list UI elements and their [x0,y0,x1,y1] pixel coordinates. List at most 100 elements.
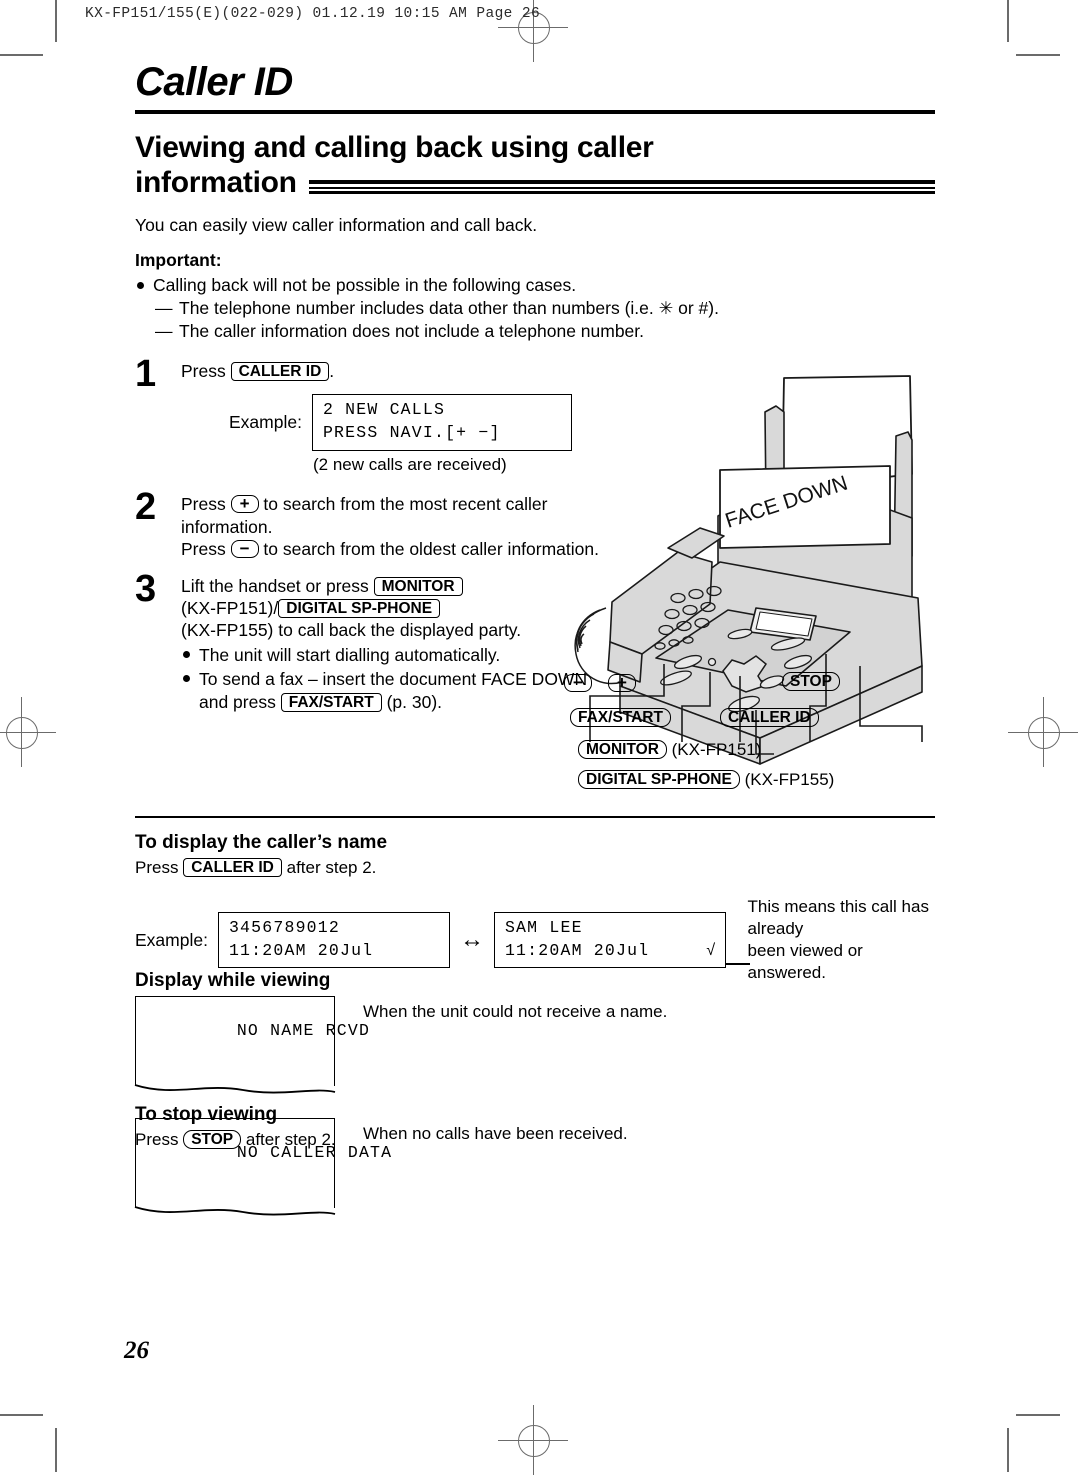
step2-press-minus-post: to search from the oldest caller informa… [263,539,599,560]
callout-key-minus-wrap: − [564,674,592,694]
caller-name-heading: To display the caller’s name [135,832,388,853]
press-label: Press [135,858,179,877]
caller-name-instruction: Press CALLER ID after step 2. [135,858,945,878]
key-plus-callout[interactable]: + [608,674,636,692]
callout-key-plus-wrap: + [608,674,636,694]
list-item: The unit will start dialling automatical… [181,644,605,666]
fax-machine-illustration: FACE DOWN − + STOP FAX/START CALLER ID M… [560,366,980,796]
callout-monitor-row: MONITOR (KX-FP151) [578,740,761,760]
key-caller-id-callout[interactable]: CALLER ID [720,708,819,727]
step-number: 3 [135,567,157,610]
crop-mark-top-right-horizontal [1016,54,1060,56]
fax-machine-drawing: FACE DOWN [574,375,923,765]
key-plus[interactable]: + [230,495,259,514]
callout-key-callerid-wrap: CALLER ID [720,708,819,728]
key-digital-sp-phone[interactable]: DIGITAL SP-PHONE [278,599,441,619]
bullet-text: The telephone number includes data other… [179,297,719,318]
lcd-line-2: 11:20AM 20Jul [228,940,374,960]
key-caller-id[interactable]: CALLER ID [230,361,330,381]
registration-mark-bottom-center [498,1405,568,1475]
section-title-bars [308,179,935,194]
bullet-dot-icon [183,675,190,683]
print-slug: KX-FP151/155(E)(022-029) 01.12.19 10:15 … [85,6,541,22]
list-item: To send a fax – insert the document FACE… [181,668,605,713]
section-heading: Viewing and calling back using caller in… [135,130,935,201]
double-arrow-icon: ↔ [459,926,484,954]
crop-mark-top-left-vertical [55,0,57,42]
crop-mark-top-right-vertical [1007,0,1009,42]
bullet-dot-icon [137,281,144,289]
example-label: Example: [229,412,302,433]
example-label-2: Example: [135,929,208,950]
callout-digital-row: DIGITAL SP-PHONE (KX-FP155) [578,770,834,790]
step3-bullets: The unit will start dialling automatical… [181,644,605,713]
lcd-line-2: 11:20AM 20Jul [504,940,650,960]
press-label: Press [135,1130,179,1149]
display-desc: When the unit could not receive a name. [363,1002,668,1021]
lcd-line-1: SAM LEE [504,917,583,937]
bullet-text: Calling back will not be possible in the… [153,274,577,295]
page-number: 26 [124,1337,149,1364]
crop-mark-bottom-right-vertical [1007,1428,1009,1472]
bullet-text: The caller information does not include … [179,320,645,341]
section-title-line1: Viewing and calling back using caller [135,131,654,164]
lcd-text: NO NAME RCVD [236,1021,371,1040]
step-body: Press + to search from the most recent c… [181,489,605,560]
bullet-dot-icon [183,650,190,658]
lcd-line-2: PRESS NAVI.[+ −] [322,422,501,442]
display-row: NO NAME RCVD When the unit could not rec… [134,996,945,1094]
chapter-rule [135,110,935,114]
key-monitor-callout[interactable]: MONITOR [578,740,667,759]
document-page: KX-FP151/155(E)(022-029) 01.12.19 10:15 … [0,0,1080,1475]
list-item: — The caller information does not includ… [135,321,935,342]
crop-mark-top-left-horizontal [0,54,43,56]
key-fax-start-callout[interactable]: FAX/START [570,708,671,727]
em-dash-icon: — [155,297,173,318]
registration-mark-right-center [1008,697,1078,767]
key-fax-start[interactable]: FAX/START [280,692,382,712]
chapter-title: Caller ID [135,60,293,104]
list-item: Calling back will not be possible in the… [135,275,935,296]
section-divider [135,816,935,818]
key-digital-sp-phone-callout[interactable]: DIGITAL SP-PHONE [578,770,740,789]
step-1: 1 Press CALLER ID. Example: 2 NEW CALLS … [135,355,605,476]
section-title-line2: information [135,166,297,200]
callout-key-faxstart-wrap: FAX/START [570,708,671,728]
step-number: 2 [135,486,157,529]
important-bullet-list: Calling back will not be possible in the… [135,275,935,296]
key-monitor[interactable]: MONITOR [373,576,463,596]
lcd-line-1: 3456789012 [228,917,340,937]
list-item: — The telephone number includes data oth… [135,298,935,319]
bullet-text-post: (p. 30). [386,691,443,712]
monitor-model-label: (KX-FP151) [671,740,762,759]
key-minus[interactable]: − [230,540,259,559]
em-dash-icon: — [155,320,173,341]
bullet-text: The unit will start dialling automatical… [199,644,501,665]
important-heading: Important: [135,249,222,270]
key-stop[interactable]: STOP [183,1130,242,1149]
registration-mark-left-center [0,697,56,767]
callout-key-stop-wrap: STOP [782,672,840,692]
step1-press-label: Press [181,360,226,381]
digital-model-label: (KX-FP155) [744,770,835,789]
stop-viewing-heading: To stop viewing [135,1104,278,1125]
step-body: Lift the handset or press MONITOR (KX-FP… [181,571,605,715]
step-2: 2 Press + to search from the most recent… [135,486,605,560]
intro-text: You can easily view caller information a… [135,214,538,235]
lcd-no-name-rcvd: NO NAME RCVD [134,996,369,1094]
step3-line3: (KX-FP155) to call back the displayed pa… [181,620,522,641]
key-minus-callout[interactable]: − [564,674,592,692]
after-step-label: after step 2. [286,858,377,877]
stop-viewing-section: To stop viewing Press STOP after step 2. [135,1094,735,1150]
display-while-viewing-section: Display while viewing NO NAME RCVD When … [134,960,945,1216]
lcd-line-1: 2 NEW CALLS [322,400,446,420]
procedure-steps: 1 Press CALLER ID. Example: 2 NEW CALLS … [135,355,605,715]
lcd-display-new-calls: 2 NEW CALLS PRESS NAVI.[+ −] [311,394,572,451]
step3-line2-pre: (KX-FP151)/ [181,598,279,619]
crop-mark-bottom-right-horizontal [1016,1414,1060,1416]
display-while-viewing-heading: Display while viewing [135,970,331,991]
step2-press-minus-pre: Press [181,539,226,560]
step1-period: . [329,360,335,381]
key-stop-callout[interactable]: STOP [782,672,840,691]
key-caller-id-2[interactable]: CALLER ID [183,858,282,877]
